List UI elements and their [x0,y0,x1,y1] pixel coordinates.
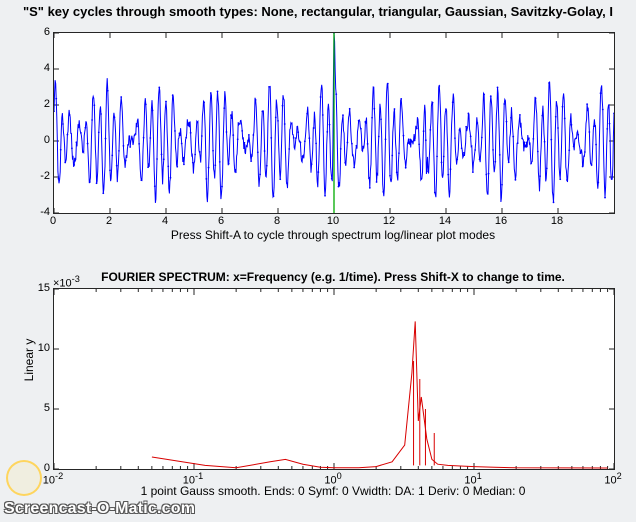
plot2-xtick: 102 [604,471,621,487]
plot1-xtick: 18 [551,215,563,227]
plot2-xtick: 101 [464,471,481,487]
plot1-xtick: 4 [162,215,168,227]
watermark-text: Screencast-O-Matic.com [4,500,195,518]
plot1-title: "S" key cycles through smooth types: Non… [0,4,636,19]
plot2-ytick: 5 [30,402,50,414]
plot2-ytick: 10 [30,342,50,354]
signal-plot-canvas [54,33,614,213]
plot2-xtick: 10-1 [183,471,203,487]
plot1-xtick: 10 [327,215,339,227]
plot1-ytick: -2 [30,170,50,182]
plot1-xtick: 2 [106,215,112,227]
plot1-ytick: 0 [30,134,50,146]
recorder-cursor-halo-icon [6,460,42,496]
spectrum-plot-axes[interactable] [53,288,615,470]
plot1-ytick: 2 [30,98,50,110]
plot1-xtick: 12 [383,215,395,227]
plot1-xtick: 6 [218,215,224,227]
plot2-ytick: 15 [30,282,50,294]
plot1-xtick: 16 [495,215,507,227]
plot2-xtick: 100 [324,471,341,487]
plot1-ytick: 4 [30,62,50,74]
spectrum-plot-canvas [54,289,614,469]
plot1-xtick: 8 [274,215,280,227]
plot1-ytick: 6 [30,26,50,38]
plot1-ytick: -4 [30,206,50,218]
plot1-xlabel: Press Shift-A to cycle through spectrum … [53,228,613,242]
plot2-title: FOURIER SPECTRUM: x=Frequency (e.g. 1/ti… [53,270,613,284]
plot1-xtick: 14 [439,215,451,227]
plot1-xtick: 0 [50,215,56,227]
signal-plot-axes[interactable] [53,32,615,214]
